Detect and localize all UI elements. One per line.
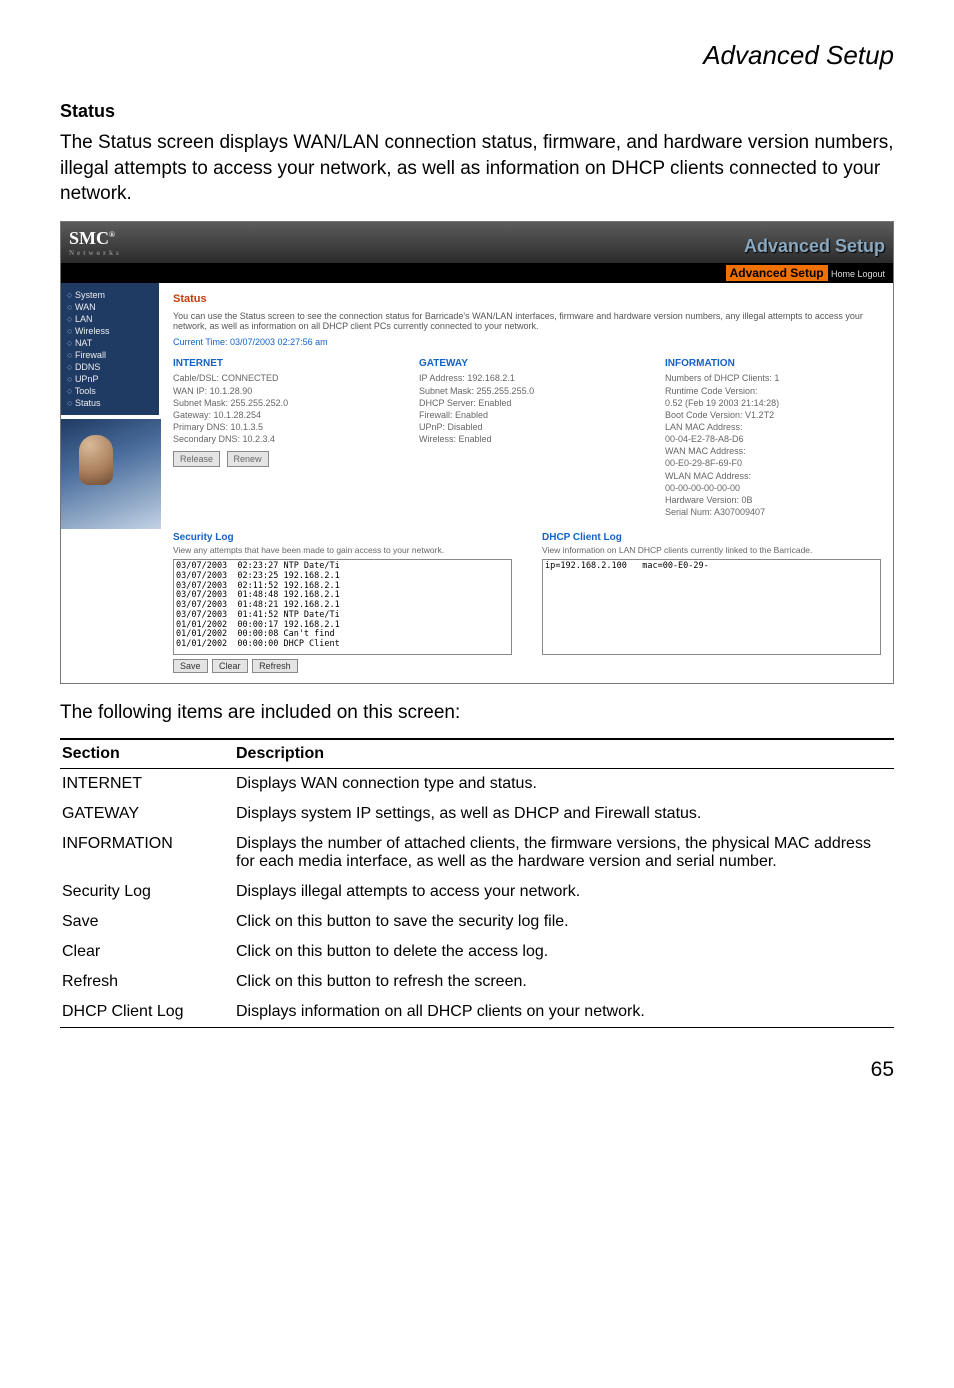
router-subheader: Advanced Setup Home Logout — [61, 263, 893, 283]
table-row: DHCP Client LogDisplays information on a… — [60, 997, 894, 1028]
page-number: 65 — [60, 1058, 894, 1082]
subheader-links[interactable]: Home Logout — [831, 269, 885, 279]
row-section: Clear — [60, 937, 234, 967]
clear-button[interactable]: Clear — [212, 659, 248, 673]
row-desc: Displays illegal attempts to access your… — [234, 877, 894, 907]
col-gateway-title: GATEWAY — [419, 357, 635, 371]
col-internet: INTERNET Cable/DSL: CONNECTED WAN IP: 10… — [173, 357, 389, 518]
dhcp-log-col: DHCP Client Log View information on LAN … — [542, 532, 881, 673]
sidebar-item-tools[interactable]: Tools — [65, 385, 155, 397]
subheader-setup-badge: Advanced Setup — [726, 265, 828, 281]
info-line: 00-00-00-00-00-00 — [665, 482, 881, 494]
sidebar-item-system[interactable]: System — [65, 289, 155, 301]
table-row: INFORMATIONDisplays the number of attach… — [60, 829, 894, 877]
page-title: Advanced Setup — [60, 40, 894, 71]
row-desc: Displays information on all DHCP clients… — [234, 997, 894, 1028]
brand-sub: Networks — [69, 249, 122, 257]
row-section: GATEWAY — [60, 799, 234, 829]
row-desc: Click on this button to save the securit… — [234, 907, 894, 937]
info-line: Numbers of DHCP Clients: 1 — [665, 372, 881, 384]
row-desc: Displays WAN connection type and status. — [234, 769, 894, 800]
row-section: INFORMATION — [60, 829, 234, 877]
col-internet-title: INTERNET — [173, 357, 389, 371]
internet-line: Cable/DSL: CONNECTED — [173, 372, 389, 384]
gateway-line: Wireless: Enabled — [419, 433, 635, 445]
sidebar-item-wan[interactable]: WAN — [65, 301, 155, 313]
internet-line: Subnet Mask: 255.255.252.0 — [173, 397, 389, 409]
col-info-title: INFORMATION — [665, 357, 881, 371]
gateway-line: UPnP: Disabled — [419, 421, 635, 433]
info-line: LAN MAC Address: — [665, 421, 881, 433]
internet-line: WAN IP: 10.1.28.90 — [173, 385, 389, 397]
header-gradient-text: Advanced Setup — [744, 236, 885, 257]
sidebar-item-status[interactable]: Status — [65, 397, 155, 409]
info-line: 0.52 (Feb 19 2003 21:14:28) — [665, 397, 881, 409]
col-gateway: GATEWAY IP Address: 192.168.2.1 Subnet M… — [419, 357, 635, 518]
sidebar-item-ddns[interactable]: DDNS — [65, 361, 155, 373]
sidebar-item-nat[interactable]: NAT — [65, 337, 155, 349]
router-current-time: Current Time: 03/07/2003 02:27:56 am — [173, 337, 881, 347]
row-desc: Displays system IP settings, as well as … — [234, 799, 894, 829]
dhcp-log-box[interactable]: ip=192.168.2.100 mac=00-E0-29- — [542, 559, 881, 655]
table-row: ClearClick on this button to delete the … — [60, 937, 894, 967]
row-desc: Click on this button to refresh the scre… — [234, 967, 894, 997]
sidebar-item-lan[interactable]: LAN — [65, 313, 155, 325]
intro-paragraph: The Status screen displays WAN/LAN conne… — [60, 130, 894, 207]
info-line: Hardware Version: 0B — [665, 494, 881, 506]
router-main-title: Status — [173, 293, 881, 305]
info-line: Runtime Code Version: — [665, 385, 881, 397]
gateway-line: Subnet Mask: 255.255.255.0 — [419, 385, 635, 397]
sidebar-item-upnp[interactable]: UPnP — [65, 373, 155, 385]
security-log-col: Security Log View any attempts that have… — [173, 532, 512, 673]
gateway-line: DHCP Server: Enabled — [419, 397, 635, 409]
info-line: 00-04-E2-78-A8-D6 — [665, 433, 881, 445]
row-section: INTERNET — [60, 769, 234, 800]
security-log-title: Security Log — [173, 532, 512, 543]
router-header: SMC® Networks Advanced Setup — [61, 222, 893, 263]
sidebar-photo — [61, 419, 161, 529]
internet-line: Gateway: 10.1.28.254 — [173, 409, 389, 421]
info-line: WAN MAC Address: — [665, 445, 881, 457]
gateway-line: IP Address: 192.168.2.1 — [419, 372, 635, 384]
section-heading-status: Status — [60, 101, 894, 122]
internet-line: Primary DNS: 10.1.3.5 — [173, 421, 389, 433]
row-desc: Click on this button to delete the acces… — [234, 937, 894, 967]
row-section: Security Log — [60, 877, 234, 907]
sidebar-item-wireless[interactable]: Wireless — [65, 325, 155, 337]
brand-logo: SMC® Networks — [69, 228, 122, 257]
table-row: Security LogDisplays illegal attempts to… — [60, 877, 894, 907]
internet-line: Secondary DNS: 10.2.3.4 — [173, 433, 389, 445]
table-row: RefreshClick on this button to refresh t… — [60, 967, 894, 997]
brand-main: SMC — [69, 228, 109, 248]
description-table: Section Description INTERNETDisplays WAN… — [60, 738, 894, 1028]
table-row: SaveClick on this button to save the sec… — [60, 907, 894, 937]
dhcp-log-title: DHCP Client Log — [542, 532, 881, 543]
security-log-sub: View any attempts that have been made to… — [173, 545, 512, 555]
row-section: Save — [60, 907, 234, 937]
gateway-line: Firewall: Enabled — [419, 409, 635, 421]
router-main-desc: You can use the Status screen to see the… — [173, 311, 881, 331]
col-information: INFORMATION Numbers of DHCP Clients: 1 R… — [665, 357, 881, 518]
row-desc: Displays the number of attached clients,… — [234, 829, 894, 877]
info-line: 00-E0-29-8F-69-F0 — [665, 457, 881, 469]
router-screenshot: SMC® Networks Advanced Setup Advanced Se… — [60, 221, 894, 684]
info-line: Boot Code Version: V1.2T2 — [665, 409, 881, 421]
following-items-text: The following items are included on this… — [60, 702, 894, 724]
security-log-box[interactable]: 03/07/2003 02:23:27 NTP Date/Ti 03/07/20… — [173, 559, 512, 655]
dhcp-log-sub: View information on LAN DHCP clients cur… — [542, 545, 881, 555]
router-sidebar: System WAN LAN Wireless NAT Firewall DDN… — [61, 283, 159, 415]
row-section: DHCP Client Log — [60, 997, 234, 1028]
renew-button[interactable]: Renew — [227, 451, 269, 467]
table-row: GATEWAYDisplays system IP settings, as w… — [60, 799, 894, 829]
table-head-section: Section — [60, 739, 234, 769]
refresh-button[interactable]: Refresh — [252, 659, 298, 673]
save-button[interactable]: Save — [173, 659, 208, 673]
info-line: WLAN MAC Address: — [665, 470, 881, 482]
table-head-description: Description — [234, 739, 894, 769]
release-button[interactable]: Release — [173, 451, 220, 467]
table-row: INTERNETDisplays WAN connection type and… — [60, 769, 894, 800]
row-section: Refresh — [60, 967, 234, 997]
info-line: Serial Num: A307009407 — [665, 506, 881, 518]
sidebar-item-firewall[interactable]: Firewall — [65, 349, 155, 361]
